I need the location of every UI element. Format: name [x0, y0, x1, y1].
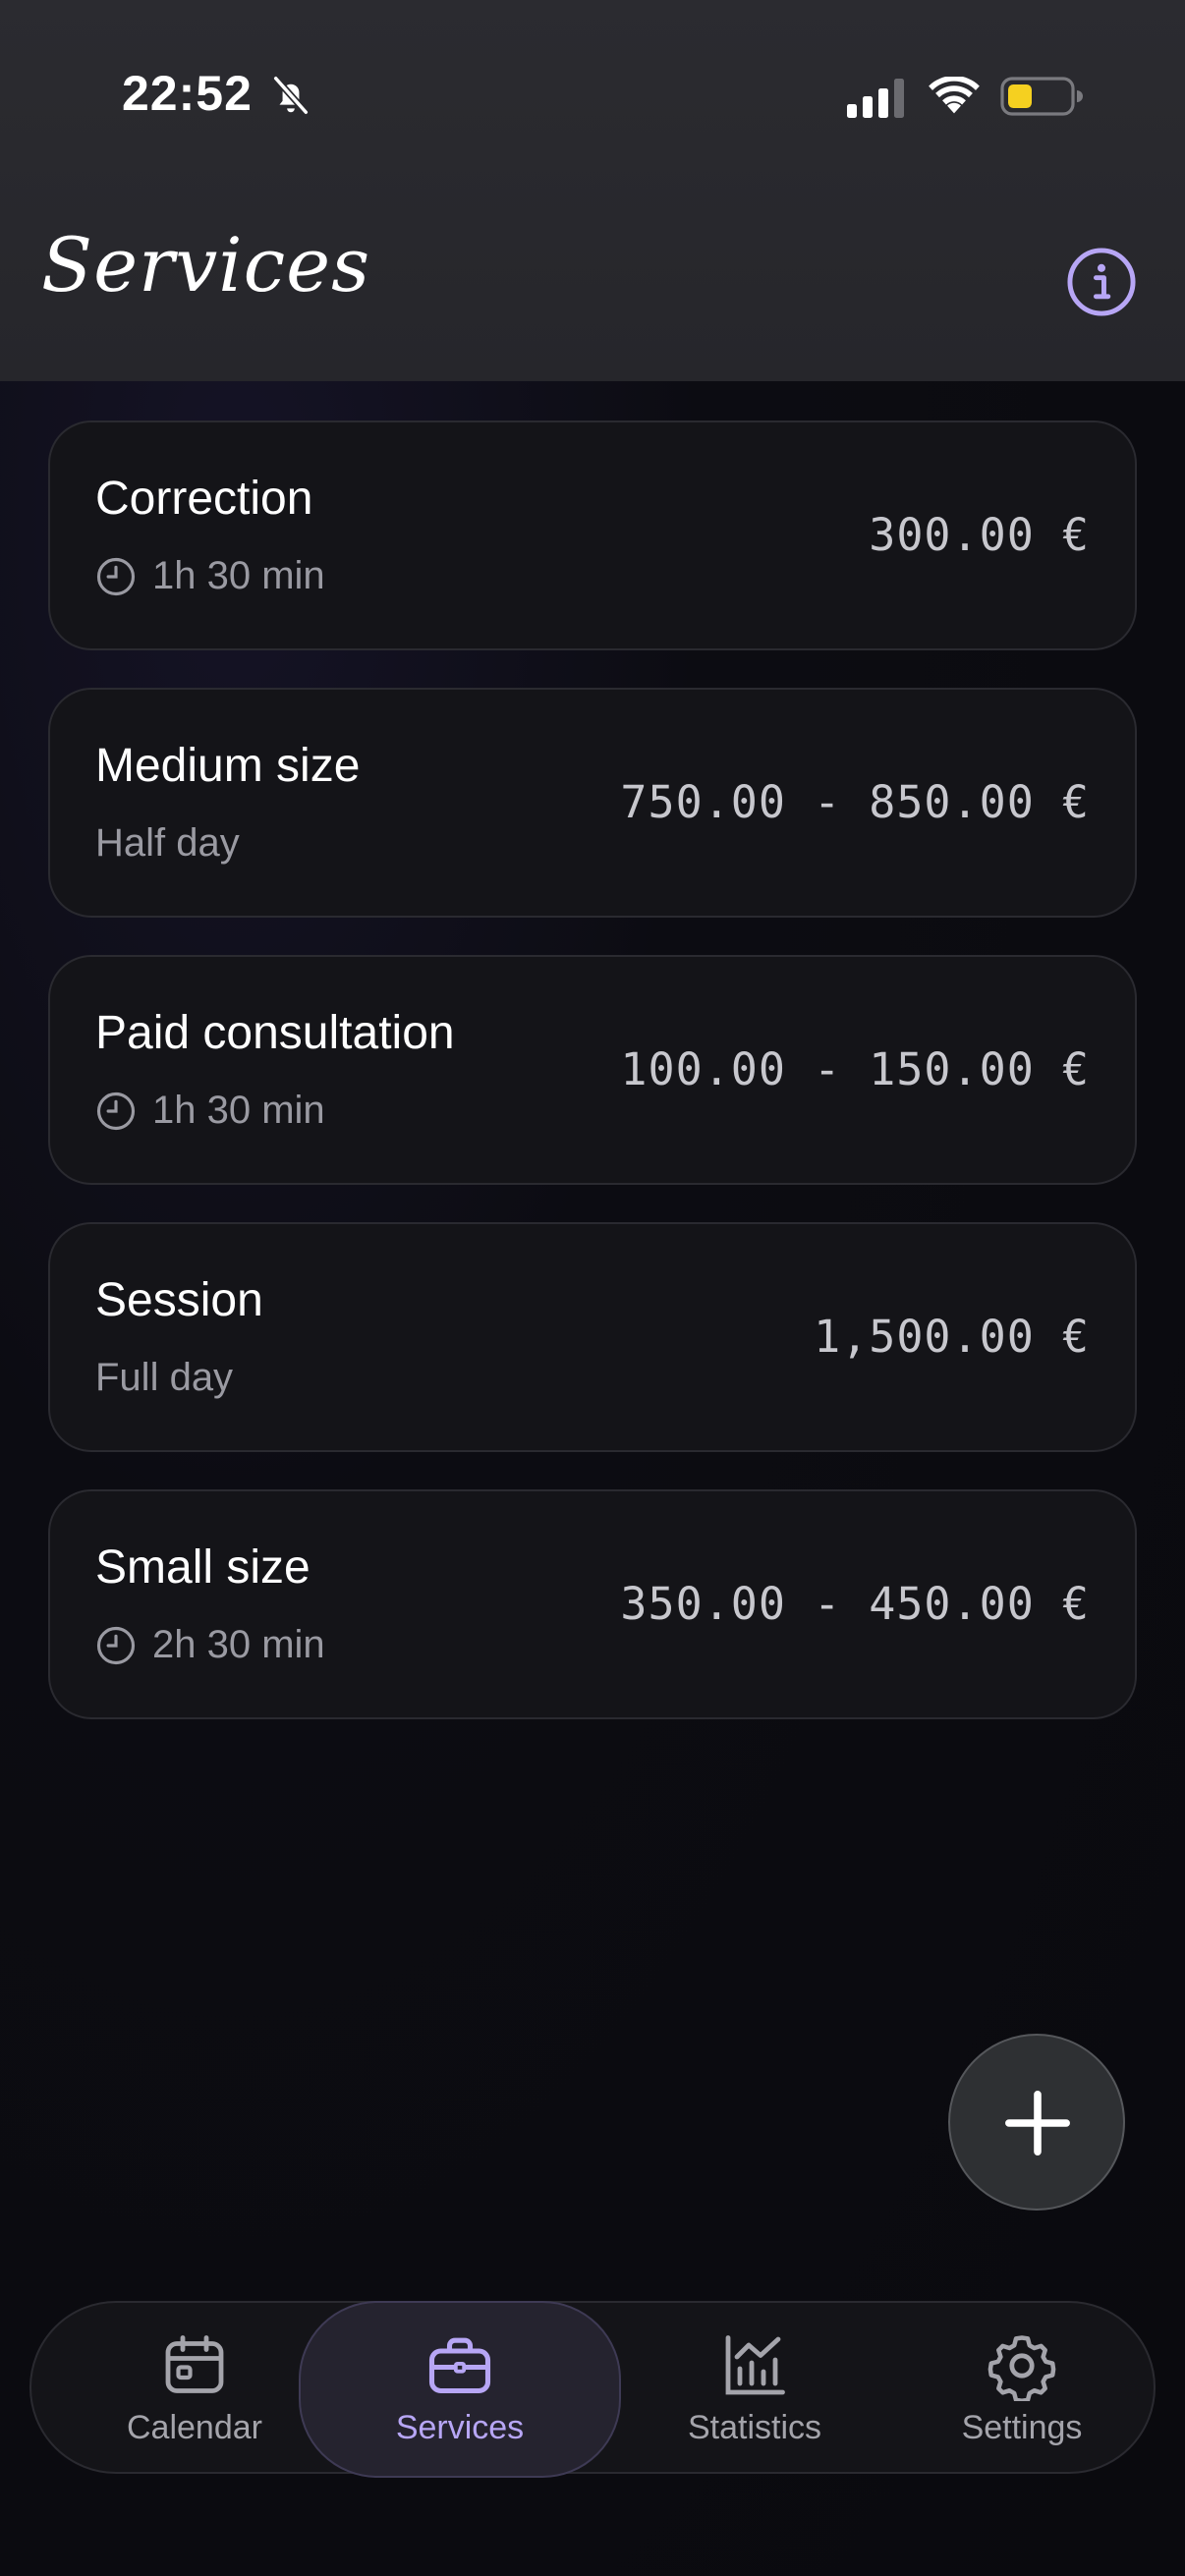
clock-icon	[96, 1092, 136, 1130]
header: 22:52 Services	[0, 0, 1185, 381]
services-list: Correction 1h 30 min 300.00 € Medium siz…	[48, 420, 1137, 1757]
service-card[interactable]: Correction 1h 30 min 300.00 €	[48, 420, 1137, 650]
bell-off-icon	[273, 76, 309, 115]
clock-icon	[96, 557, 136, 595]
tab-settings[interactable]: Settings	[888, 2303, 1156, 2476]
service-duration-text: 2h 30 min	[152, 1623, 325, 1666]
service-price: 750.00 - 850.00 €	[620, 776, 1090, 828]
service-card[interactable]: Small size 2h 30 min 350.00 - 450.00 €	[48, 1489, 1137, 1719]
clock-icon	[96, 1626, 136, 1664]
service-price: 300.00 €	[869, 509, 1090, 561]
service-name: Session	[95, 1274, 263, 1326]
service-duration: 1h 30 min	[95, 554, 325, 598]
service-price: 1,500.00 €	[814, 1311, 1090, 1363]
page-title: Services	[41, 221, 371, 308]
service-duration-text: Full day	[95, 1356, 234, 1399]
service-name: Small size	[95, 1541, 310, 1594]
service-name: Correction	[95, 473, 313, 525]
service-duration-text: 1h 30 min	[152, 554, 325, 597]
tab-services-label: Services	[395, 2409, 525, 2446]
service-duration-text: 1h 30 min	[152, 1089, 325, 1132]
tab-statistics-label: Statistics	[687, 2409, 822, 2446]
tab-settings-label: Settings	[961, 2409, 1083, 2446]
wifi-icon	[929, 77, 980, 114]
tab-services[interactable]: Services	[299, 2301, 621, 2478]
tab-calendar[interactable]: Calendar	[61, 2303, 328, 2476]
signal-icon	[847, 79, 904, 118]
gear-icon	[988, 2335, 1056, 2401]
service-duration: Full day	[95, 1356, 233, 1400]
service-duration: 1h 30 min	[95, 1089, 325, 1133]
service-card[interactable]: Paid consultation 1h 30 min 100.00 - 150…	[48, 955, 1137, 1185]
service-card[interactable]: Medium size Half day 750.00 - 850.00 €	[48, 688, 1137, 918]
service-price: 100.00 - 150.00 €	[620, 1043, 1090, 1095]
service-name: Medium size	[95, 740, 361, 792]
plus-icon	[1005, 2091, 1070, 2156]
tab-statistics[interactable]: Statistics	[621, 2303, 888, 2476]
info-button[interactable]	[1065, 246, 1138, 318]
tab-bar: Calendar Services Statistics Settings	[29, 2301, 1156, 2478]
service-name: Paid consultation	[95, 1007, 455, 1059]
tab-calendar-label: Calendar	[127, 2409, 262, 2446]
calendar-icon	[165, 2335, 224, 2393]
services-screen: 22:52 Services Correction 1h 30 min 300.…	[0, 0, 1185, 2576]
add-service-button[interactable]	[948, 2034, 1125, 2211]
briefcase-icon	[428, 2337, 491, 2394]
service-duration: 2h 30 min	[95, 1623, 325, 1667]
service-duration-text: Half day	[95, 821, 240, 865]
service-duration: Half day	[95, 821, 240, 866]
service-price: 350.00 - 450.00 €	[620, 1578, 1090, 1630]
battery-icon	[1000, 77, 1083, 116]
service-card[interactable]: Session Full day 1,500.00 €	[48, 1222, 1137, 1452]
chart-icon	[725, 2335, 785, 2395]
status-time: 22:52	[122, 66, 253, 121]
